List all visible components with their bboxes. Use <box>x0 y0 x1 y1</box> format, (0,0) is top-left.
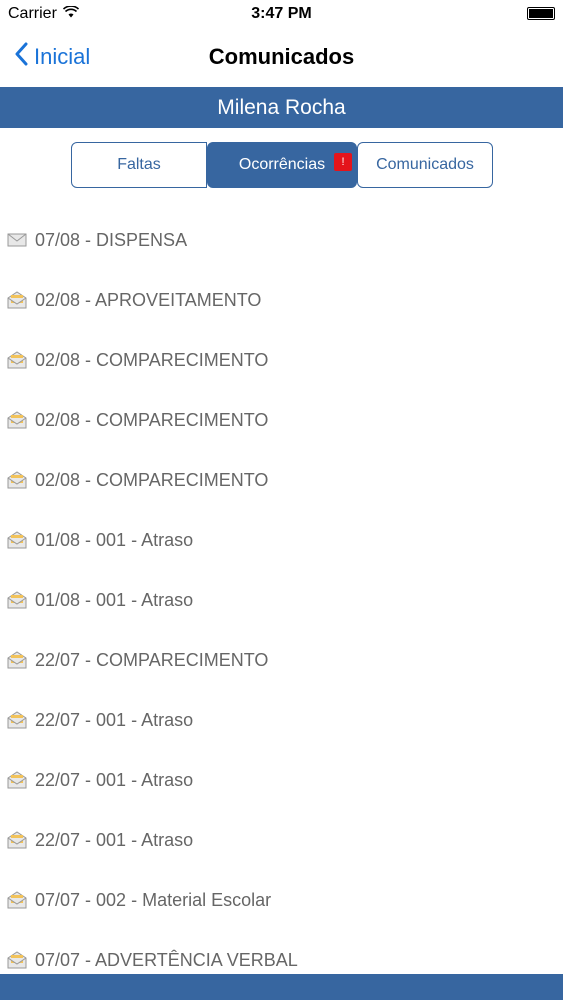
tab-faltas[interactable]: Faltas <box>71 142 207 188</box>
notification-badge: ! <box>334 153 352 171</box>
bottom-bar <box>0 974 563 1000</box>
list-item[interactable]: 02/08 - APROVEITAMENTO <box>0 270 563 330</box>
message-title: 22/07 - 001 - Atraso <box>35 829 194 850</box>
list-item[interactable]: 02/08 - COMPARECIMENTO <box>0 390 563 450</box>
tab-label: Faltas <box>117 156 161 173</box>
message-title: 22/07 - COMPARECIMENTO <box>35 649 269 670</box>
envelope-open-icon <box>7 831 27 849</box>
envelope-open-icon <box>7 591 27 609</box>
status-bar: Carrier 3:47 PM <box>0 0 563 30</box>
message-title: 02/08 - COMPARECIMENTO <box>35 349 269 370</box>
envelope-open-icon <box>7 771 27 789</box>
envelope-open-icon <box>7 651 27 669</box>
message-title: 02/08 - APROVEITAMENTO <box>35 289 262 310</box>
navigation-bar: Inicial Comunicados <box>0 30 563 86</box>
envelope-open-icon <box>7 411 27 429</box>
message-title: 07/07 - 002 - Material Escolar <box>35 889 272 910</box>
message-title: 01/08 - 001 - Atraso <box>35 529 194 550</box>
message-title: 22/07 - 001 - Atraso <box>35 709 194 730</box>
envelope-open-icon <box>7 291 27 309</box>
student-name-bar: Milena Rocha <box>0 87 563 128</box>
envelope-open-icon <box>7 351 27 369</box>
envelope-open-icon <box>7 711 27 729</box>
message-title: 22/07 - 001 - Atraso <box>35 769 194 790</box>
list-item[interactable]: 22/07 - 001 - Atraso <box>0 750 563 810</box>
list-item[interactable]: 02/08 - COMPARECIMENTO <box>0 330 563 390</box>
envelope-open-icon <box>7 891 27 909</box>
message-title: 02/08 - COMPARECIMENTO <box>35 409 269 430</box>
list-item[interactable]: 02/08 - COMPARECIMENTO <box>0 450 563 510</box>
battery-icon <box>527 7 555 20</box>
page-title: Comunicados <box>208 44 355 69</box>
list-item[interactable]: 01/08 - 001 - Atraso <box>0 510 563 570</box>
status-time: 3:47 PM <box>251 5 312 22</box>
tab-comunicados[interactable]: Comunicados <box>357 142 493 188</box>
envelope-open-icon <box>7 951 27 969</box>
message-title: 07/07 - ADVERTÊNCIA VERBAL <box>35 949 298 970</box>
list-item[interactable]: 07/07 - ADVERTÊNCIA VERBAL <box>0 930 563 970</box>
message-list: 07/08 - DISPENSA 02/08 - APROVEITAMENTO … <box>0 210 563 970</box>
message-title: 07/08 - DISPENSA <box>35 229 188 250</box>
list-item[interactable]: 01/08 - 001 - Atraso <box>0 570 563 630</box>
message-title: 02/08 - COMPARECIMENTO <box>35 469 269 490</box>
list-item[interactable]: 22/07 - 001 - Atraso <box>0 810 563 870</box>
list-item[interactable]: 07/07 - 002 - Material Escolar <box>0 870 563 930</box>
battery-fill <box>529 9 553 18</box>
envelope-closed-icon <box>7 233 27 247</box>
tab-label: Comunicados <box>376 156 474 173</box>
list-item[interactable]: 22/07 - COMPARECIMENTO <box>0 630 563 690</box>
message-title: 01/08 - 001 - Atraso <box>35 589 194 610</box>
envelope-open-icon <box>7 531 27 549</box>
list-item[interactable]: 07/08 - DISPENSA <box>0 210 563 270</box>
tab-label: Ocorrências <box>238 156 326 173</box>
segmented-control: Faltas Ocorrências ! Comunicados <box>71 142 493 188</box>
envelope-open-icon <box>7 471 27 489</box>
list-item[interactable]: 22/07 - 001 - Atraso <box>0 690 563 750</box>
tab-ocorrencias[interactable]: Ocorrências ! <box>207 142 357 188</box>
